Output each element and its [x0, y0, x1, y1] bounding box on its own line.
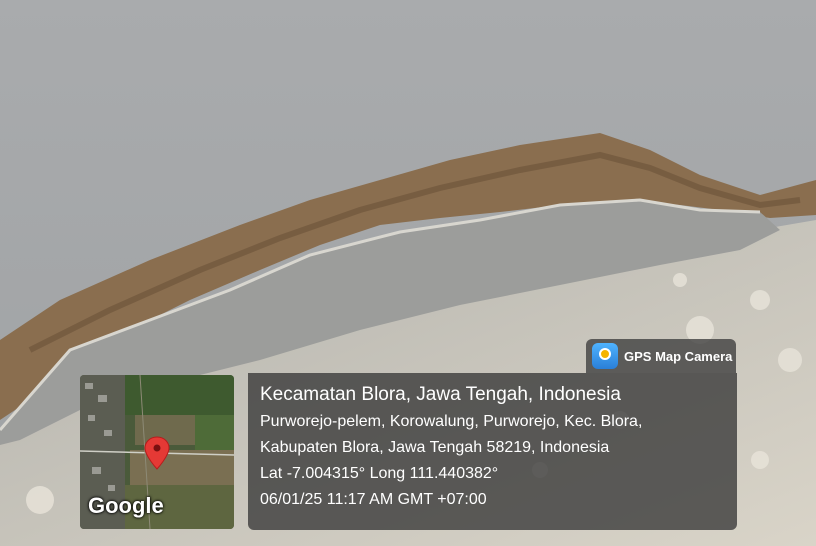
- app-name: GPS Map Camera: [624, 348, 733, 364]
- location-title: Kecamatan Blora, Jawa Tengah, Indonesia: [260, 384, 621, 405]
- google-logo: Google: [88, 493, 164, 518]
- map-thumbnail: Google: [80, 375, 234, 529]
- address-line-2: Kabupaten Blora, Jawa Tengah 58219, Indo…: [260, 439, 610, 456]
- timestamp: 06/01/25 11:17 AM GMT +07:00: [260, 491, 487, 508]
- app-badge: GPS Map Camera: [586, 339, 736, 373]
- gps-map-camera-icon: [592, 343, 618, 369]
- coordinates: Lat -7.004315° Long 111.440382°: [260, 465, 499, 482]
- geotag-panel: Kecamatan Blora, Jawa Tengah, Indonesia …: [248, 373, 737, 530]
- address-line-1: Purworejo-pelem, Korowalung, Purworejo, …: [260, 413, 643, 430]
